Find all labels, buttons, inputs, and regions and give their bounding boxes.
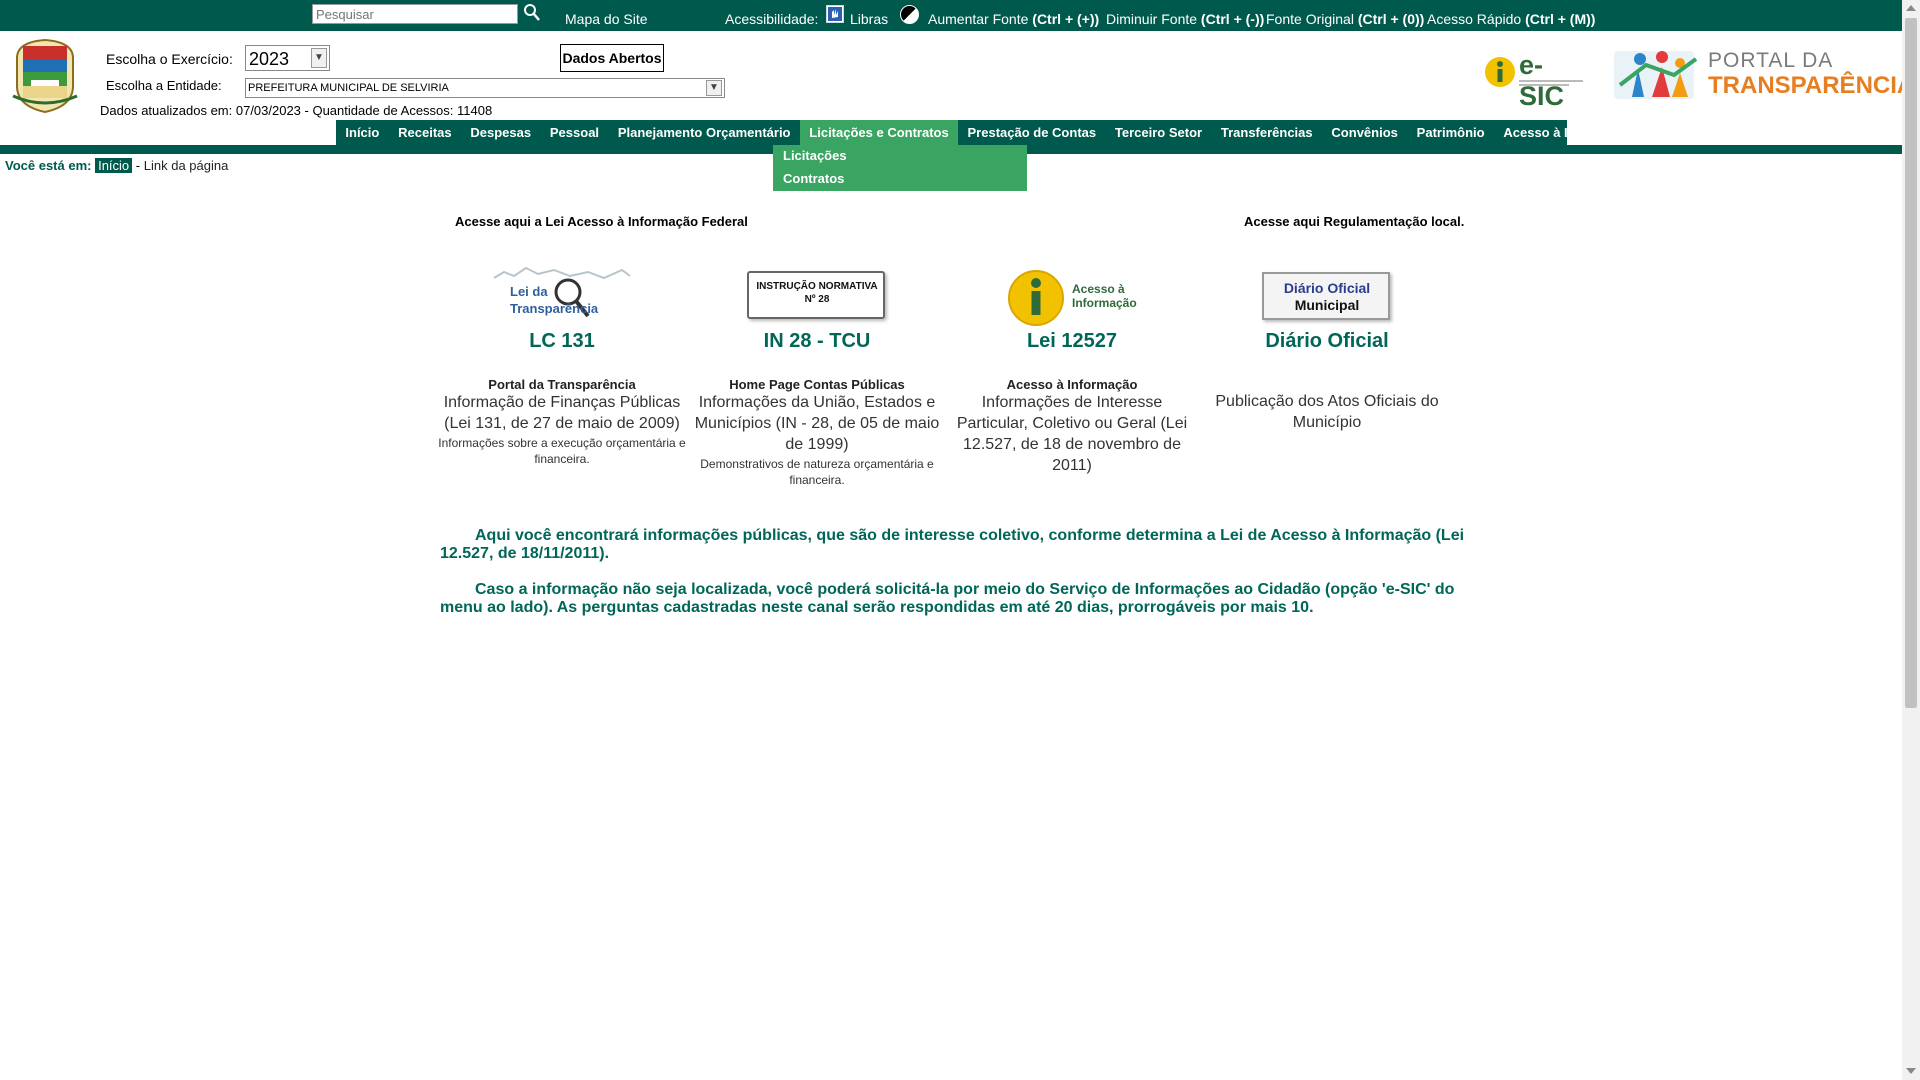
scroll-down-icon[interactable]: [1906, 1068, 1916, 1074]
vertical-scrollbar[interactable]: [1902, 0, 1920, 1080]
nav-item-acesso-informacao[interactable]: Acesso à Informação: [1494, 120, 1644, 145]
card-diario-oficial: Diário Oficial Municipal Diário Oficial …: [1202, 264, 1452, 434]
nav-item-transferencias[interactable]: Transferências: [1211, 120, 1322, 145]
entity-label: Escolha a Entidade:: [106, 78, 222, 93]
card-note: Demonstrativos de natureza orçamentária …: [700, 457, 934, 487]
libras-link[interactable]: Libras: [850, 11, 888, 27]
breadcrumb-separator: -: [135, 158, 141, 173]
nav-item-licitacoes-contratos[interactable]: Licitações e Contratos: [799, 120, 959, 145]
card-subtitle: Portal da Transparência: [488, 377, 636, 392]
nav-item-planejamento[interactable]: Planejamento Orçamentário: [608, 120, 799, 145]
card-subtitle: Home Page Contas Públicas: [729, 377, 905, 392]
card-note: Informações sobre a execução orçamentári…: [438, 436, 686, 466]
entity-select[interactable]: PREFEITURA MUNICIPAL DE SELVIRIA ▼: [245, 78, 725, 98]
decrease-font-shortcut: (Ctrl + (-)): [1200, 11, 1265, 27]
info-paragraph-1: Aqui você encontrará informações pública…: [440, 527, 1465, 562]
original-font-label: Fonte Original: [1266, 11, 1354, 27]
libras-icon[interactable]: [826, 5, 844, 23]
acesso-informacao-logo[interactable]: Acesso à Informação: [1002, 264, 1142, 326]
accessibility-bar: Mapa do Site Acessibilidade: Libras Aume…: [0, 0, 1902, 31]
original-font-shortcut: (Ctrl + (0)): [1357, 11, 1425, 27]
search-input[interactable]: [312, 4, 518, 24]
submenu-licitacoes-contratos: Licitações Contratos: [773, 145, 1027, 191]
card-title[interactable]: IN 28 - TCU: [692, 330, 942, 353]
quick-access-link[interactable]: Acesso Rápido (Ctrl + (M)): [1427, 11, 1595, 27]
search-icon[interactable]: [523, 3, 541, 23]
nav-item-patrimonio[interactable]: Patrimônio: [1407, 120, 1494, 145]
info-paragraph-2: Caso a informação não seja localizada, v…: [440, 581, 1455, 616]
exercise-select[interactable]: 2023 ▼: [245, 45, 330, 71]
breadcrumb-home[interactable]: Início: [95, 158, 133, 173]
card-in28: INSTRUÇÃO NORMATIVA Nº 28 IN 28 - TCU Ho…: [692, 264, 942, 488]
card-description: Informações de Interesse Particular, Col…: [956, 394, 1188, 474]
original-font-link[interactable]: Fonte Original (Ctrl + (0)): [1266, 11, 1424, 27]
submenu-item-contratos[interactable]: Contratos: [783, 171, 844, 186]
accessibility-label: Acessibilidade:: [725, 11, 819, 27]
main-nav: Início Receitas Despesas Pessoal Planeja…: [336, 120, 1634, 145]
portal-transparencia-logo[interactable]: PORTAL DA TRANSPARÊNCIA: [1612, 45, 1914, 103]
nav-item-inicio[interactable]: Início: [336, 120, 389, 145]
card-lc131: Lei da Transparência LC 131 Portal da Tr…: [437, 264, 687, 467]
logo-text-line1: Lei da: [510, 284, 548, 299]
breadcrumb: Você está em: Início - Link da página: [5, 158, 228, 173]
breadcrumb-label: Você está em:: [5, 158, 92, 173]
card-title[interactable]: LC 131: [437, 330, 687, 353]
logo-text-line2: Transparência: [510, 301, 599, 316]
contrast-icon[interactable]: [900, 5, 919, 24]
esic-logo[interactable]: e-SIC: [1483, 50, 1587, 111]
card-description: Informação de Finanças Públicas (Lei 131…: [443, 394, 681, 432]
scrollbar-thumb[interactable]: [1905, 18, 1917, 708]
chevron-down-icon[interactable]: ▼: [311, 48, 327, 68]
exercise-label: Escolha o Exercício:: [106, 51, 233, 67]
logo-text-line1: INSTRUÇÃO NORMATIVA: [756, 281, 878, 292]
logo-text-line2: Municipal: [1294, 297, 1360, 313]
card-title[interactable]: Diário Oficial: [1202, 330, 1452, 353]
lei-transparencia-logo[interactable]: Lei da Transparência: [492, 264, 632, 326]
exercise-value: 2023: [249, 49, 290, 69]
card-title[interactable]: Lei 12527: [947, 330, 1197, 353]
chevron-down-icon[interactable]: ▼: [706, 80, 722, 96]
open-data-button[interactable]: Dados Abertos: [560, 44, 664, 72]
logo-text-line1: Acesso à: [1072, 282, 1125, 296]
instrucao-normativa-logo[interactable]: INSTRUÇÃO NORMATIVA Nº 28: [747, 264, 887, 326]
increase-font-shortcut: (Ctrl + (+)): [1032, 11, 1100, 27]
scroll-up-icon[interactable]: [1906, 5, 1916, 11]
card-lei12527: Acesso à Informação Lei 12527 Acesso à I…: [947, 264, 1197, 477]
nav-item-convenios[interactable]: Convênios: [1322, 120, 1407, 145]
decrease-font-label: Diminuir Fonte: [1106, 11, 1198, 27]
logo-text-line2: Informação: [1072, 296, 1137, 310]
nav-item-terceiro-setor[interactable]: Terceiro Setor: [1106, 120, 1212, 145]
portal-logo-line1: PORTAL DA: [1708, 49, 1834, 72]
card-description: Informações da União, Estados e Municípi…: [694, 394, 940, 453]
breadcrumb-current: Link da página: [143, 158, 229, 173]
nav-item-despesas[interactable]: Despesas: [461, 120, 541, 145]
decrease-font-link[interactable]: Diminuir Fonte (Ctrl + (-)): [1106, 11, 1264, 27]
card-description: Publicação dos Atos Oficiais do Municípi…: [1215, 393, 1439, 431]
nav-item-receitas[interactable]: Receitas: [389, 120, 461, 145]
diario-oficial-logo[interactable]: Diário Oficial Municipal: [1262, 264, 1392, 326]
increase-font-label: Aumentar Fonte: [928, 11, 1029, 27]
submenu-item-licitacoes[interactable]: Licitações: [783, 148, 847, 163]
logo-text-line1: Diário Oficial: [1283, 280, 1371, 296]
quick-access-shortcut: (Ctrl + (M)): [1525, 11, 1596, 27]
increase-font-link[interactable]: Aumentar Fonte (Ctrl + (+)): [928, 11, 1099, 27]
card-subtitle: Acesso à Informação: [1006, 377, 1138, 392]
portal-logo-line2: TRANSPARÊNCIA: [1708, 72, 1915, 99]
municipal-crest-logo[interactable]: [9, 36, 81, 114]
local-regulation-link[interactable]: Acesse aqui Regulamentação local.: [1244, 214, 1464, 229]
logo-text-line2: Nº 28: [804, 294, 830, 305]
esic-logo-text: e-SIC: [1519, 50, 1565, 111]
nav-item-prestacao-contas[interactable]: Prestação de Contas: [958, 120, 1105, 145]
nav-item-pessoal[interactable]: Pessoal: [541, 120, 609, 145]
quick-access-label: Acesso Rápido: [1427, 11, 1522, 27]
federal-law-link[interactable]: Acesse aqui a Lei Acesso à Informação Fe…: [455, 214, 748, 229]
updated-info: Dados atualizados em: 07/03/2023 - Quant…: [100, 103, 493, 118]
entity-value: PREFEITURA MUNICIPAL DE SELVIRIA: [248, 82, 449, 94]
site-map-link[interactable]: Mapa do Site: [565, 11, 648, 27]
